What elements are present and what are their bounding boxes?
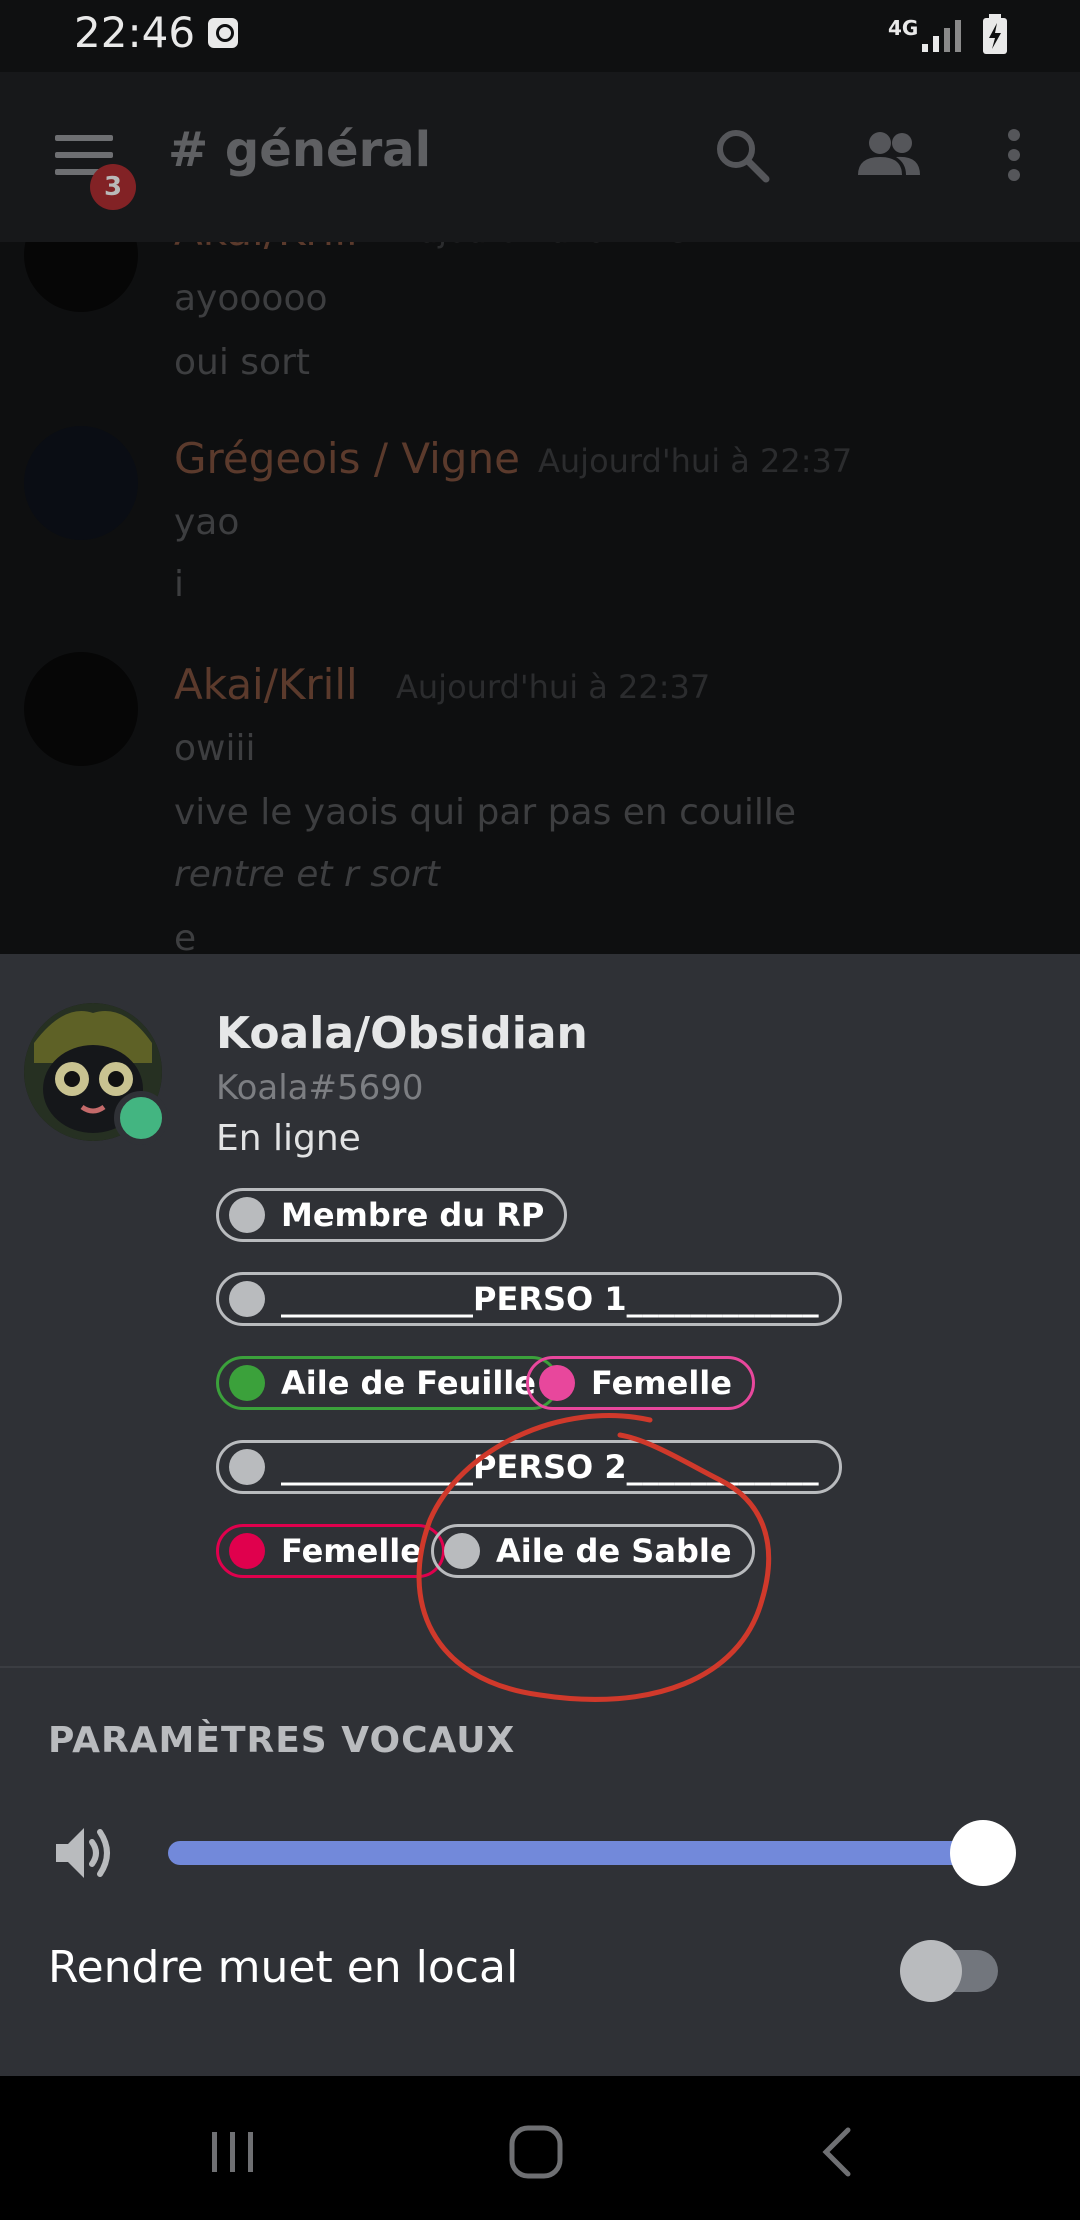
role-color-dot [539, 1365, 575, 1401]
channel-title: # général [168, 122, 432, 178]
message-text: vive le yaois qui par pas en couille [174, 792, 796, 833]
volume-slider[interactable] [168, 1841, 984, 1865]
message-author[interactable]: Grégeois / Vigne [174, 434, 520, 483]
message-text: owiii [174, 728, 256, 769]
mute-toggle-knob[interactable] [900, 1940, 962, 2002]
role-color-dot [229, 1449, 265, 1485]
alarm-icon [208, 18, 238, 48]
role-color-dot [444, 1533, 480, 1569]
role-label: Femelle [281, 1532, 422, 1570]
network-type: 4G [888, 16, 919, 40]
role-pill[interactable]: Femelle [216, 1524, 445, 1578]
message-list[interactable]: Akai/Krill Aujourd'hui à 22:37 ayooooo o… [0, 242, 1080, 954]
role-label: Aile de Sable [496, 1532, 732, 1570]
role-color-dot [229, 1197, 265, 1233]
status-time: 22:46 [74, 8, 196, 57]
members-icon[interactable] [852, 125, 924, 185]
home-icon[interactable] [508, 2124, 564, 2180]
avatar[interactable] [24, 426, 138, 540]
mute-label: Rendre muet en local [48, 1942, 519, 1993]
role-color-dot [229, 1365, 265, 1401]
message-timestamp: Aujourd'hui à 22:37 [396, 668, 711, 706]
notification-badge: 3 [90, 164, 136, 210]
user-tag: Koala#5690 [216, 1068, 424, 1108]
section-heading: PARAMÈTRES VOCAUX [48, 1720, 516, 1761]
message-text: yao [174, 502, 240, 543]
signal-icon [922, 20, 961, 52]
message-text: rentre et r sort [174, 854, 440, 895]
role-pill[interactable]: ____________PERSO 1____________ [216, 1272, 842, 1326]
search-icon[interactable] [712, 125, 772, 185]
more-options-icon[interactable] [996, 125, 1032, 185]
message-author[interactable]: Akai/Krill [174, 242, 358, 255]
message-author[interactable]: Akai/Krill [174, 660, 358, 709]
display-name: Koala/Obsidian [216, 1008, 588, 1059]
message-timestamp: Aujourd'hui à 22:37 [538, 442, 853, 480]
avatar[interactable] [24, 652, 138, 766]
role-pill[interactable]: Femelle [526, 1356, 755, 1410]
message-text: e [174, 918, 197, 954]
role-color-dot [229, 1281, 265, 1317]
role-label: ____________PERSO 1____________ [281, 1280, 819, 1318]
role-pill[interactable]: Membre du RP [216, 1188, 568, 1242]
divider [0, 1666, 1080, 1668]
role-label: ____________PERSO 2____________ [281, 1448, 819, 1486]
role-label: Femelle [591, 1364, 732, 1402]
presence-status: En ligne [216, 1118, 361, 1159]
message-text: ayooooo [174, 278, 328, 319]
avatar[interactable] [24, 242, 138, 312]
recent-apps-icon[interactable] [208, 2128, 260, 2176]
message-timestamp: Aujourd'hui à 22:37 [396, 242, 710, 250]
role-pill[interactable]: ____________PERSO 2____________ [216, 1440, 842, 1494]
role-pill[interactable]: Aile de Feuille [216, 1356, 559, 1410]
message-text: i [174, 564, 185, 605]
volume-slider-thumb[interactable] [950, 1820, 1016, 1886]
message-text: oui sort [174, 342, 310, 383]
battery-charging-icon [983, 14, 1007, 54]
online-status-dot [114, 1091, 168, 1145]
role-label: Membre du RP [281, 1196, 545, 1234]
back-icon[interactable] [818, 2126, 858, 2178]
role-color-dot [229, 1533, 265, 1569]
role-label: Aile de Feuille [281, 1364, 536, 1402]
role-pill[interactable]: Aile de Sable [431, 1524, 755, 1578]
speaker-icon [56, 1828, 110, 1878]
